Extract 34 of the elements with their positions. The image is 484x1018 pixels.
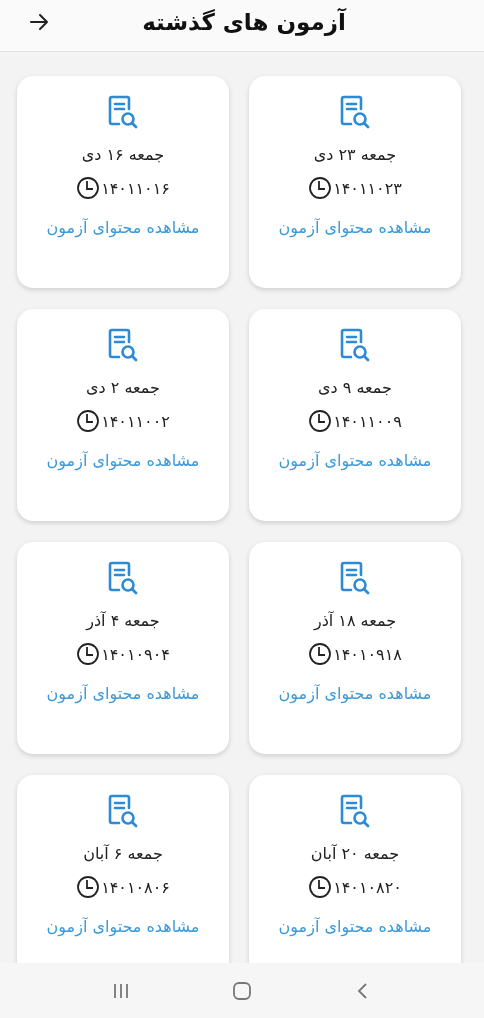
exam-date: ۱۴۰۱۱۰۰۹ [333,411,402,431]
clock-icon [76,642,101,666]
exam-date: ۱۴۰۱۰۸۰۶ [101,877,170,897]
clock-icon [308,176,333,200]
view-exam-link[interactable]: مشاهده محتوای آزمون [46,451,200,470]
clock-icon [308,875,333,899]
exam-date: ۱۴۰۱۱۰۲۳ [333,178,402,198]
view-exam-link[interactable]: مشاهده محتوای آزمون [278,451,432,470]
exam-title: جمعه ۱۶ دی [81,145,165,164]
home-icon[interactable] [231,979,253,1002]
view-exam-link[interactable]: مشاهده محتوای آزمون [278,684,432,703]
exam-title: جمعه ۲۰ آبان [310,844,400,863]
clock-icon [308,642,333,666]
exam-date: ۱۴۰۱۱۰۰۲ [101,411,170,431]
clock-icon [76,409,101,433]
exam-title: جمعه ۲ دی [86,378,160,397]
exam-date: ۱۴۰۱۱۰۱۶ [101,178,170,198]
exam-title: جمعه ۶ آبان [83,844,163,863]
exam-title: جمعه ۱۸ آذر [313,611,397,630]
exam-title: جمعه ۲۳ دی [313,145,397,164]
clock-icon [76,176,101,200]
page-title: آزمون های گذشته [142,8,346,35]
view-exam-link[interactable]: مشاهده محتوای آزمون [46,917,200,936]
exam-title: جمعه ۴ آذر [86,611,160,630]
clock-icon [308,409,333,433]
clock-icon [76,875,101,899]
view-exam-link[interactable]: مشاهده محتوای آزمون [46,218,200,237]
exam-date: ۱۴۰۱۰۸۲۰ [333,877,402,897]
exam-date: ۱۴۰۱۰۹۰۴ [101,644,170,664]
exam-date: ۱۴۰۱۰۹۱۸ [333,644,402,664]
exam-title: جمعه ۹ دی [318,378,392,397]
view-exam-link[interactable]: مشاهده محتوای آزمون [46,684,200,703]
view-exam-link[interactable]: مشاهده محتوای آزمون [278,218,432,237]
view-exam-link[interactable]: مشاهده محتوای آزمون [278,917,432,936]
